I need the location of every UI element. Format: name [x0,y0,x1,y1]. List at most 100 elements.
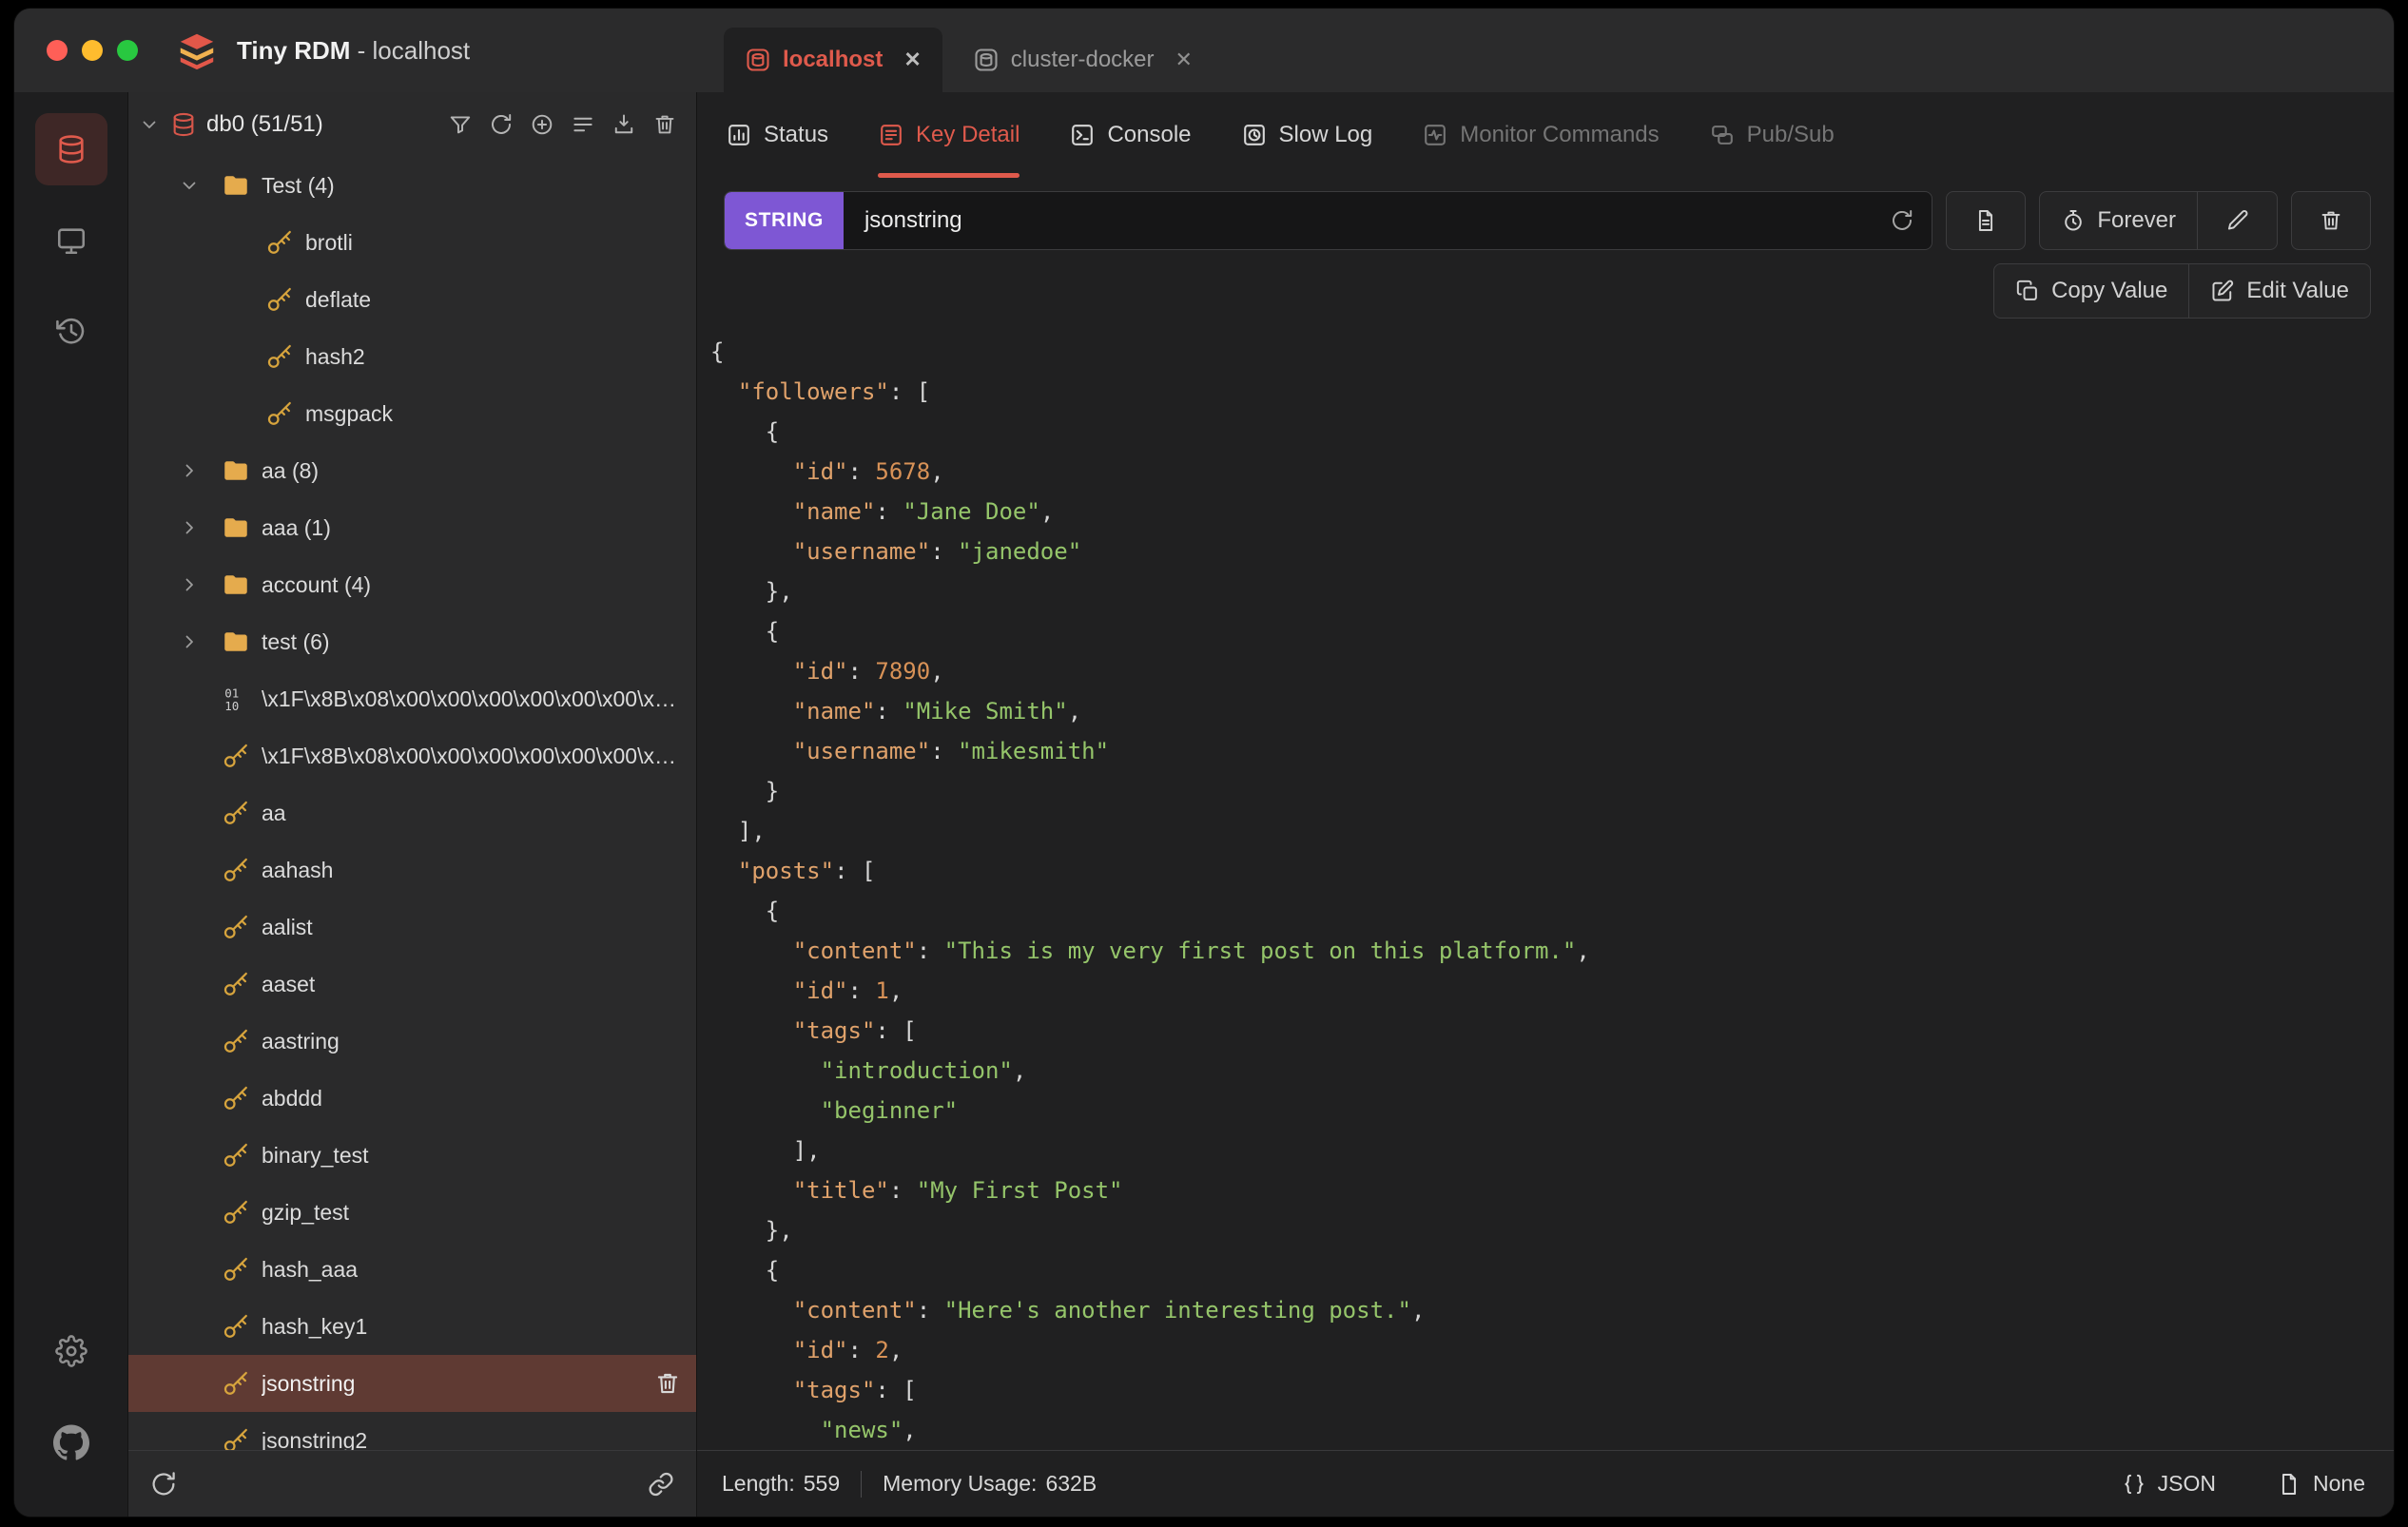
tree-key-aastring[interactable]: aastring [128,1013,696,1070]
connection-tab-localhost[interactable]: localhost ✕ [724,28,942,92]
delete-key-button[interactable] [2291,191,2371,250]
key-name-field[interactable]: STRING jsonstring [724,191,1933,250]
svg-text:10: 10 [224,699,239,713]
json-line: "content": "This is my very first post o… [792,937,1590,964]
rail-history-button[interactable] [35,296,107,368]
tree-key-hash-key1[interactable]: hash_key1 [128,1298,696,1355]
tree-key-brotli[interactable]: brotli [128,214,696,271]
tree-key-aalist[interactable]: aalist [128,899,696,956]
tab-label: Monitor Commands [1460,122,1660,147]
rename-key-button[interactable] [2198,191,2278,250]
tab-console[interactable]: Console [1069,92,1192,178]
json-line: ], [710,818,766,844]
chevron-right-icon[interactable] [174,630,222,653]
tab-close-icon[interactable]: ✕ [1175,48,1193,72]
tree-key-aaset[interactable]: aaset [128,956,696,1013]
key-toolbar: STRING jsonstring Forever [697,191,2394,250]
tree-key-msgpack[interactable]: msgpack [128,385,696,442]
tree-folder-account-4[interactable]: account (4) [128,556,696,613]
key-type-badge: STRING [725,192,844,249]
database-header[interactable]: db0 (51/51) [128,92,696,157]
add-button[interactable] [530,112,554,137]
trash-button[interactable] [652,112,677,137]
tree-key-gzip-test[interactable]: gzip_test [128,1184,696,1241]
key-icon [265,342,294,371]
connection-tab-label: cluster-docker [1010,47,1155,72]
tree-key-x1f-x8b-x08-x00-x00-x00-x00-[interactable]: \x1F\x8B\x08\x00\x00\x00\x00\x00\x00\x03… [128,727,696,784]
trash-icon [652,112,677,137]
json-line: ], [710,1137,821,1164]
memory-value: 632B [1045,1471,1097,1496]
value-viewer[interactable]: { "followers": [ { "id": 5678, "name": "… [697,319,2394,1450]
import-button[interactable] [612,112,636,137]
tab-label: Key Detail [916,122,1020,147]
key-icon [265,399,294,428]
tree-key-aahash[interactable]: aahash [128,841,696,899]
key-icon [222,856,250,884]
list-view-button[interactable] [571,112,595,137]
chevron-down-icon[interactable] [138,113,161,136]
connection-tab-label: localhost [783,47,884,72]
connection-tab-cluster-docker[interactable]: cluster-docker ✕ [952,28,1214,92]
tree-key-deflate[interactable]: deflate [128,271,696,328]
json-line: "followers": [ [737,378,931,405]
link-button[interactable] [647,1470,675,1498]
tab-key-detail[interactable]: Key Detail [878,92,1020,178]
key-icon [222,1198,250,1227]
tree-item-label: account (4) [262,571,372,597]
copy-value-button[interactable]: Copy Value [1993,263,2190,319]
tab-label: Status [764,122,829,147]
tree-item-label: brotli [305,229,353,255]
reload-keys-button[interactable] [149,1470,178,1498]
minimize-window-button[interactable] [82,40,103,61]
zoom-window-button[interactable] [117,40,138,61]
view-as-select[interactable]: JSON [2122,1471,2216,1497]
close-window-button[interactable] [47,40,68,61]
rail-server-button[interactable] [35,204,107,277]
tree-key-x1f-x8b-x08-x00-x00-x00-x00-[interactable]: 01 10 \x1F\x8B\x08\x00\x00\x00\x00\x00\x00… [128,670,696,727]
refresh-button[interactable] [489,112,514,137]
tree-key-hash-aaa[interactable]: hash_aaa [128,1241,696,1298]
tree-key-binary-test[interactable]: binary_test [128,1127,696,1184]
tab-status[interactable]: Status [726,92,828,178]
tree-folder-aaa-1[interactable]: aaa (1) [128,499,696,556]
edit-value-button[interactable]: Edit Value [2189,263,2371,319]
tree-key-jsonstring2[interactable]: jsonstring2 [128,1412,696,1450]
tree-item-label: jsonstring [262,1370,356,1396]
chevron-down-icon[interactable] [174,174,222,197]
tab-close-icon[interactable]: ✕ [903,48,921,72]
tree-key-aa[interactable]: aa [128,784,696,841]
rail-settings-button[interactable] [35,1315,107,1387]
tree-item-label: binary_test [262,1142,369,1168]
tree-folder-aa-8[interactable]: aa (8) [128,442,696,499]
chevron-right-icon[interactable] [174,516,222,539]
json-line: }, [710,578,793,605]
tree-item-label: deflate [305,286,372,312]
history-icon [55,316,87,348]
tree-key-jsonstring[interactable]: jsonstring [128,1355,696,1412]
json-line: { [710,338,725,365]
rail-github-button[interactable] [35,1406,107,1479]
refresh-icon[interactable] [1890,208,1914,233]
tab-slow-log[interactable]: Slow Log [1241,92,1372,178]
decode-select[interactable]: None [2277,1471,2365,1497]
json-line: { [710,618,780,645]
chevron-right-icon[interactable] [174,459,222,482]
json-line: { [710,418,780,445]
filter-button[interactable] [448,112,473,137]
tree-folder-test-4[interactable]: Test (4) [128,157,696,214]
copy-key-button[interactable] [1946,191,2027,250]
rail-database-button[interactable] [34,113,107,185]
ttl-button[interactable]: Forever [2039,191,2198,250]
tab-monitor-commands[interactable]: Monitor Commands [1422,92,1660,178]
tab-pub-sub[interactable]: Pub/Sub [1709,92,1835,178]
tree-key-abddd[interactable]: abddd [128,1070,696,1127]
tree-folder-test-6[interactable]: test (6) [128,613,696,670]
tree-item-label: \x1F\x8B\x08\x00\x00\x00\x00\x00\x00\x03… [262,743,681,768]
chevron-right-icon[interactable] [174,573,222,596]
delete-key-icon[interactable] [654,1370,681,1397]
json-line: { [710,1257,780,1284]
tree-key-hash2[interactable]: hash2 [128,328,696,385]
window-title: Tiny RDM - localhost [237,36,470,66]
tree-item-label: aalist [262,914,313,939]
